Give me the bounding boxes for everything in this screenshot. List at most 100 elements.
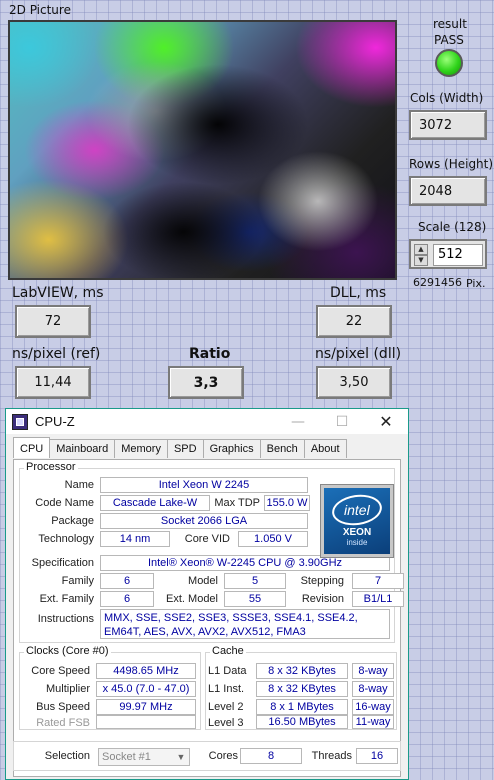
scale-label: Scale (128)	[418, 220, 487, 234]
l1d-value: 8 x 32 KBytes	[256, 663, 348, 679]
cols-label: Cols (Width)	[410, 91, 484, 105]
title-bar[interactable]: CPU-Z — ☐ ✕	[6, 409, 408, 434]
instructions-value: MMX, SSE, SSE2, SSE3, SSSE3, SSE4.1, SSE…	[100, 609, 390, 639]
package-value: Socket 2066 LGA	[100, 513, 308, 529]
socket-select-value: Socket #1	[102, 751, 151, 763]
extfamily-label: Ext. Family	[39, 593, 94, 605]
ratedfsb-value	[96, 715, 196, 729]
increment-arrow-icon[interactable]: ▲	[414, 244, 428, 255]
xeon-text: XEON	[342, 527, 372, 538]
l2-label: Level 2	[208, 701, 244, 713]
name-label: Name	[64, 479, 94, 491]
labview-ms-indicator: 72	[15, 305, 91, 338]
tab-bench[interactable]: Bench	[259, 439, 305, 458]
l3-way: 11-way	[352, 715, 394, 729]
tab-content-cpu: Processor Name Intel Xeon W 2245 Code Na…	[13, 459, 404, 777]
model-value: 5	[224, 573, 286, 589]
l1i-label: L1 Inst.	[208, 683, 245, 695]
codename-label: Code Name	[35, 497, 94, 509]
scale-input[interactable]: 512	[433, 244, 483, 266]
l2-way: 16-way	[352, 699, 394, 715]
technology-label: Technology	[38, 533, 94, 545]
cpuz-window: CPU-Z — ☐ ✕ CPU Mainboard Memory SPD Gra…	[5, 408, 409, 780]
pixel-count: 6291456	[413, 276, 462, 289]
result-led-indicator	[435, 49, 463, 77]
stepping-label: Stepping	[300, 575, 344, 587]
cpuz-app-icon	[12, 413, 28, 430]
busspeed-value: 99.97 MHz	[96, 699, 196, 715]
tab-bar: CPU Mainboard Memory SPD Graphics Bench …	[13, 437, 347, 459]
extfamily-value: 6	[100, 591, 154, 607]
corespeed-label: Core Speed	[31, 665, 90, 677]
cores-value: 8	[240, 748, 302, 764]
tab-graphics[interactable]: Graphics	[202, 439, 261, 458]
selection-bar: Selection Socket #1 ▼ Cores 8 Threads 16	[13, 741, 401, 771]
processor-group-title: Processor	[24, 461, 78, 473]
tab-cpu[interactable]: CPU	[13, 437, 51, 458]
ns-dll-indicator: 3,50	[316, 366, 392, 399]
intel-brand-text: intel	[344, 502, 370, 518]
tab-memory[interactable]: Memory	[114, 439, 168, 458]
l1d-label: L1 Data	[208, 665, 247, 677]
intel-logo-ring: intel	[330, 491, 384, 529]
threads-label: Threads	[311, 750, 352, 762]
cols-indicator: 3072	[409, 110, 487, 140]
corevid-value: 1.050 V	[238, 531, 308, 547]
processor-group: Processor Name Intel Xeon W 2245 Code Na…	[19, 461, 404, 643]
l2-value: 8 x 1 MBytes	[256, 699, 348, 715]
chevron-down-icon[interactable]: ▼	[174, 750, 188, 764]
maxtdp-value: 155.0 W	[264, 495, 310, 511]
cache-group: Cache L1 Data 8 x 32 KBytes 8-way L1 Ins…	[205, 645, 397, 730]
busspeed-label: Bus Speed	[36, 701, 90, 713]
picture-label: 2D Picture	[9, 3, 71, 17]
inside-text: inside	[346, 538, 368, 547]
model-label: Model	[188, 575, 218, 587]
labview-ms-label: LabVIEW, ms	[12, 285, 104, 301]
ratedfsb-label: Rated FSB	[36, 717, 90, 729]
decrement-arrow-icon[interactable]: ▼	[414, 255, 428, 266]
ns-dll-label: ns/pixel (dll)	[315, 346, 402, 362]
maxtdp-label: Max TDP	[214, 497, 260, 509]
threads-value: 16	[356, 748, 398, 764]
l3-value: 16.50 MBytes	[256, 715, 348, 729]
technology-value: 14 nm	[100, 531, 170, 547]
ns-ref-label: ns/pixel (ref)	[12, 346, 101, 362]
multiplier-value: x 45.0 (7.0 - 47.0)	[96, 681, 196, 697]
l3-label: Level 3	[208, 717, 244, 729]
corespeed-value: 4498.65 MHz	[96, 663, 196, 679]
scale-control[interactable]: ▲ ▼ 512	[409, 239, 487, 269]
name-value: Intel Xeon W 2245	[100, 477, 308, 493]
result-status-text: PASS	[434, 33, 464, 47]
package-label: Package	[51, 515, 94, 527]
family-value: 6	[100, 573, 154, 589]
specification-value: Intel® Xeon® W-2245 CPU @ 3.90GHz	[100, 555, 390, 571]
revision-value: B1/L1	[352, 591, 404, 607]
corevid-label: Core VID	[184, 533, 230, 545]
l1d-way: 8-way	[352, 663, 394, 679]
codename-value: Cascade Lake-W	[100, 495, 210, 511]
extmodel-label: Ext. Model	[166, 593, 218, 605]
selection-label: Selection	[44, 750, 90, 762]
dll-ms-label: DLL, ms	[330, 285, 387, 301]
clocks-group-title: Clocks (Core #0)	[24, 645, 111, 657]
revision-label: Revision	[301, 593, 344, 605]
cores-label: Cores	[208, 750, 238, 762]
2d-picture-display	[8, 20, 397, 280]
maximize-button[interactable]: ☐	[320, 409, 364, 434]
ns-ref-indicator: 11,44	[15, 366, 91, 399]
socket-select[interactable]: Socket #1 ▼	[98, 748, 190, 766]
ratio-indicator: 3,3	[168, 366, 244, 399]
pixel-unit: Pix.	[466, 277, 486, 290]
tab-spd[interactable]: SPD	[166, 439, 204, 458]
tab-mainboard[interactable]: Mainboard	[49, 439, 116, 458]
l1i-way: 8-way	[352, 681, 394, 697]
result-label: result	[433, 17, 467, 31]
close-button[interactable]: ✕	[364, 409, 408, 434]
tab-about[interactable]: About	[303, 439, 347, 458]
instructions-label: Instructions	[37, 613, 94, 625]
cache-group-title: Cache	[210, 645, 246, 657]
family-label: Family	[61, 575, 94, 587]
minimize-button[interactable]: —	[276, 409, 320, 434]
dll-ms-indicator: 22	[316, 305, 392, 338]
intel-xeon-logo: intel XEON inside	[320, 484, 394, 558]
